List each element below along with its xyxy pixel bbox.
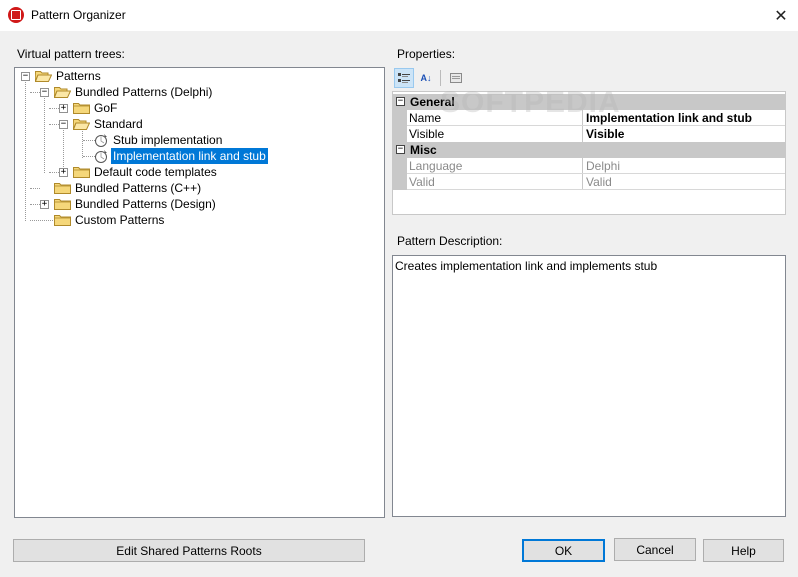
tree-node-stub-implementation[interactable]: Stub implementation <box>111 132 224 148</box>
tree-node-custom[interactable]: Custom Patterns <box>73 212 166 228</box>
property-name: Visible <box>409 127 445 141</box>
property-name: Valid <box>409 175 435 189</box>
tree-node-label: Default code templates <box>94 165 217 179</box>
tree-node-label: GoF <box>94 101 118 115</box>
pattern-tree[interactable]: − Patterns − Bundled Patterns (Delphi) +… <box>14 67 385 518</box>
property-row-valid[interactable]: Valid Valid <box>393 174 785 190</box>
collapse-icon[interactable]: − <box>396 145 405 154</box>
tree-node-cpp[interactable]: Bundled Patterns (C++) <box>73 180 203 196</box>
close-icon[interactable]: ✕ <box>764 0 798 31</box>
properties-label: Properties: <box>397 47 456 61</box>
app-icon <box>8 7 24 23</box>
property-row-visible[interactable]: Visible Visible <box>393 126 785 142</box>
watermark: SOFTPEDIA <box>440 86 621 119</box>
pattern-icon <box>95 134 107 147</box>
pattern-icon <box>95 150 107 163</box>
tree-node-label: Bundled Patterns (C++) <box>75 181 202 195</box>
property-value: Valid <box>586 175 612 189</box>
property-name: Language <box>409 159 463 173</box>
tree-node-delphi[interactable]: Bundled Patterns (Delphi) <box>73 84 214 100</box>
folder-icon <box>54 215 71 226</box>
property-name: Name <box>409 111 442 125</box>
ok-button[interactable]: OK <box>522 539 605 562</box>
tree-node-design[interactable]: Bundled Patterns (Design) <box>73 196 218 212</box>
tree-line <box>30 204 40 205</box>
category-label: Misc <box>410 143 437 157</box>
tree-line <box>49 108 59 109</box>
property-value: Delphi <box>586 159 621 173</box>
expand-icon[interactable]: + <box>59 104 68 113</box>
tree-node-default-code-templates[interactable]: Default code templates <box>92 164 219 180</box>
tree-label: Virtual pattern trees: <box>17 47 125 61</box>
tree-line <box>30 92 40 93</box>
expand-icon[interactable]: + <box>40 200 49 209</box>
category-misc[interactable]: − Misc <box>393 142 785 158</box>
cancel-button[interactable]: Cancel <box>614 538 696 561</box>
folder-icon <box>54 199 71 210</box>
collapse-icon[interactable]: − <box>21 72 30 81</box>
edit-shared-patterns-roots-button[interactable]: Edit Shared Patterns Roots <box>13 539 365 562</box>
categorized-icon[interactable] <box>394 68 414 88</box>
tree-node-label: Bundled Patterns (Design) <box>75 197 216 211</box>
sort-az-icon[interactable]: A↓ <box>416 68 436 88</box>
property-row-language[interactable]: Language Delphi <box>393 158 785 174</box>
folder-icon <box>73 103 90 114</box>
tree-line <box>25 80 26 221</box>
description-text: Creates implementation link and implemen… <box>395 259 658 273</box>
tree-node-label: Bundled Patterns (Delphi) <box>75 85 213 99</box>
tree-line <box>44 96 45 173</box>
description-textarea[interactable]: Creates implementation link and implemen… <box>392 255 786 517</box>
tree-line <box>49 172 59 173</box>
tree-node-label: Stub implementation <box>113 133 223 147</box>
expand-icon[interactable]: + <box>59 168 68 177</box>
property-value[interactable]: Visible <box>586 127 624 141</box>
tree-line <box>82 128 83 158</box>
tree-line <box>30 188 40 189</box>
help-button[interactable]: Help <box>703 539 784 562</box>
folder-icon <box>54 183 71 194</box>
tree-node-gof[interactable]: GoF <box>92 100 119 116</box>
property-pages-icon[interactable] <box>446 68 466 88</box>
tree-node-patterns[interactable]: Patterns <box>54 68 103 84</box>
collapse-icon[interactable]: − <box>396 97 405 106</box>
tree-line <box>30 220 55 221</box>
collapse-icon[interactable]: − <box>40 88 49 97</box>
window-title: Pattern Organizer <box>31 8 126 22</box>
open-folder-icon <box>54 87 71 98</box>
tree-line <box>49 124 59 125</box>
toolbar-separator <box>440 70 441 86</box>
tree-node-label: Standard <box>94 117 143 131</box>
description-label: Pattern Description: <box>397 234 503 248</box>
collapse-icon[interactable]: − <box>59 120 68 129</box>
tree-node-implementation-link-and-stub[interactable]: Implementation link and stub <box>111 148 268 164</box>
tree-node-label: Implementation link and stub <box>111 148 268 164</box>
title-bar: Pattern Organizer ✕ <box>0 0 798 31</box>
tree-node-label: Custom Patterns <box>75 213 165 227</box>
folder-icon <box>73 167 90 178</box>
open-folder-icon <box>73 119 90 130</box>
open-folder-icon <box>35 71 52 82</box>
tree-node-label: Patterns <box>56 69 101 83</box>
tree-node-standard[interactable]: Standard <box>92 116 145 132</box>
